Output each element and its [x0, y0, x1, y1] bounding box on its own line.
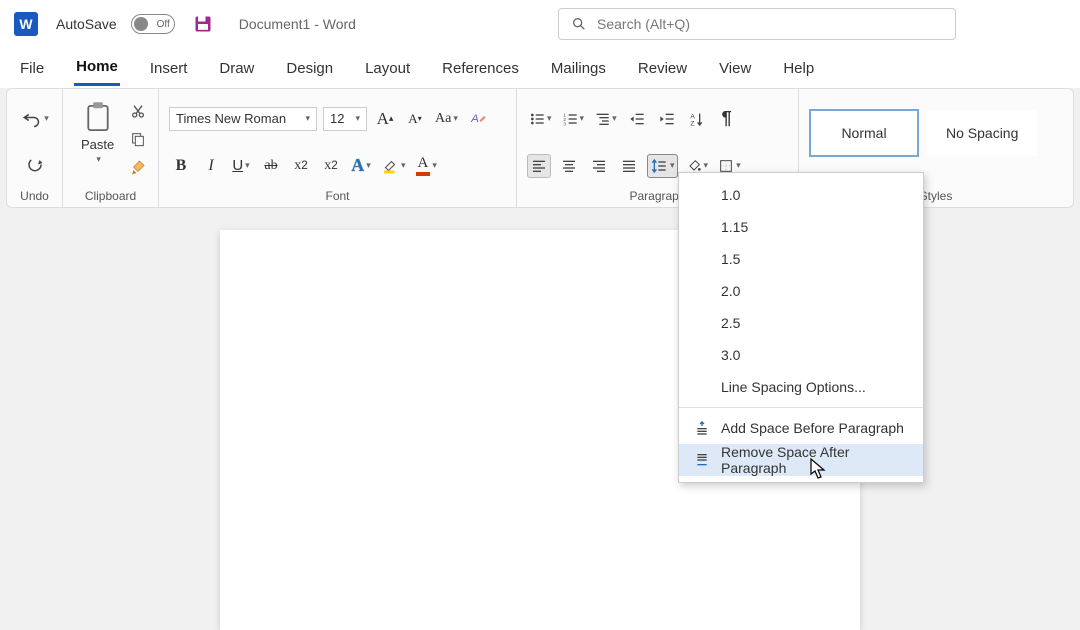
group-font-label: Font: [169, 189, 506, 205]
highlight-button[interactable]: ▾: [379, 154, 408, 178]
tab-view[interactable]: View: [717, 52, 753, 85]
ribbon-tabs: File Home Insert Draw Design Layout Refe…: [0, 48, 1080, 88]
svg-text:Z: Z: [690, 120, 694, 126]
remove-space-after-icon: [693, 451, 711, 469]
spacing-2-5[interactable]: 2.5: [679, 307, 923, 339]
group-clipboard: Paste ▾ Clipboard: [63, 89, 159, 207]
decrease-indent-button[interactable]: [625, 107, 649, 131]
style-normal[interactable]: Normal: [809, 109, 919, 157]
eraser-a-icon: A: [469, 110, 487, 128]
tab-file[interactable]: File: [18, 52, 46, 85]
autosave-label: AutoSave: [56, 16, 117, 32]
copy-button[interactable]: [126, 127, 150, 151]
strikethrough-button[interactable]: ab: [259, 154, 283, 178]
grow-font-button[interactable]: A▴: [373, 107, 397, 131]
change-case-button[interactable]: Aa▾: [433, 107, 460, 131]
svg-text:3: 3: [563, 121, 566, 126]
brush-icon: [129, 158, 147, 176]
line-spacing-icon: [650, 158, 668, 174]
tab-references[interactable]: References: [440, 52, 521, 85]
group-font: Times New Roman▾ 12▾ A▴ A▾ Aa▾ A B I U▾ …: [159, 89, 517, 207]
copy-icon: [130, 131, 146, 147]
bullets-button[interactable]: ▾: [527, 107, 554, 131]
group-undo: ▾ Undo: [7, 89, 63, 207]
font-name-combo[interactable]: Times New Roman▾: [169, 107, 317, 131]
cut-button[interactable]: [126, 99, 150, 123]
title-bar: W AutoSave Off Document1 - Word Search (…: [0, 0, 1080, 48]
spacing-1-15[interactable]: 1.15: [679, 211, 923, 243]
tab-layout[interactable]: Layout: [363, 52, 412, 85]
align-left-button[interactable]: [527, 154, 551, 178]
spacing-3-0[interactable]: 3.0: [679, 339, 923, 371]
add-space-before-icon: [693, 419, 711, 437]
menu-separator: [679, 407, 923, 408]
multilevel-list-button[interactable]: ▾: [592, 107, 619, 131]
numbering-button[interactable]: 123▾: [560, 107, 587, 131]
document-title: Document1 - Word: [239, 16, 356, 32]
paste-button[interactable]: Paste ▾: [73, 95, 122, 171]
paste-icon: [83, 101, 113, 135]
scissors-icon: [130, 103, 146, 119]
search-icon: [571, 16, 587, 32]
remove-space-after[interactable]: Remove Space After Paragraph: [679, 444, 923, 476]
font-color-button[interactable]: A▾: [414, 154, 439, 178]
align-center-button[interactable]: [557, 154, 581, 178]
style-no-spacing[interactable]: No Spacing: [927, 110, 1037, 156]
tab-design[interactable]: Design: [284, 52, 335, 85]
justify-button[interactable]: [617, 154, 641, 178]
italic-button[interactable]: I: [199, 154, 223, 178]
redo-button[interactable]: [17, 154, 52, 178]
line-spacing-menu: 1.0 1.15 1.5 2.0 2.5 3.0 Line Spacing Op…: [678, 172, 924, 483]
tab-mailings[interactable]: Mailings: [549, 52, 608, 85]
tab-draw[interactable]: Draw: [217, 52, 256, 85]
tab-home[interactable]: Home: [74, 50, 120, 86]
show-marks-button[interactable]: ¶: [715, 107, 739, 131]
clear-formatting-button[interactable]: A: [466, 107, 490, 131]
subscript-button[interactable]: x2: [289, 154, 313, 178]
sort-button[interactable]: AZ: [685, 107, 709, 131]
line-spacing-options[interactable]: Line Spacing Options...: [679, 371, 923, 403]
search-box[interactable]: Search (Alt+Q): [558, 8, 956, 40]
spacing-2-0[interactable]: 2.0: [679, 275, 923, 307]
tab-insert[interactable]: Insert: [148, 52, 190, 85]
tab-review[interactable]: Review: [636, 52, 689, 85]
autosave-toggle[interactable]: Off: [131, 14, 175, 34]
font-size-combo[interactable]: 12▾: [323, 107, 367, 131]
format-painter-button[interactable]: [126, 155, 150, 179]
search-placeholder: Search (Alt+Q): [597, 16, 690, 32]
bold-button[interactable]: B: [169, 154, 193, 178]
spacing-1-5[interactable]: 1.5: [679, 243, 923, 275]
undo-button[interactable]: ▾: [17, 107, 52, 131]
svg-text:A: A: [470, 113, 479, 125]
add-space-before[interactable]: Add Space Before Paragraph: [679, 412, 923, 444]
increase-indent-button[interactable]: [655, 107, 679, 131]
group-clipboard-label: Clipboard: [73, 189, 148, 205]
shrink-font-button[interactable]: A▾: [403, 107, 427, 131]
text-effects-button[interactable]: A▾: [349, 154, 373, 178]
spacing-1-0[interactable]: 1.0: [679, 179, 923, 211]
save-icon[interactable]: [193, 14, 213, 34]
underline-button[interactable]: U▾: [229, 154, 253, 178]
word-app-icon: W: [14, 12, 38, 36]
tab-help[interactable]: Help: [781, 52, 816, 85]
superscript-button[interactable]: x2: [319, 154, 343, 178]
group-undo-label: Undo: [17, 189, 52, 205]
line-spacing-button[interactable]: ▾: [647, 154, 678, 178]
svg-text:A: A: [690, 113, 695, 120]
highlighter-icon: [381, 157, 399, 175]
align-right-button[interactable]: [587, 154, 611, 178]
